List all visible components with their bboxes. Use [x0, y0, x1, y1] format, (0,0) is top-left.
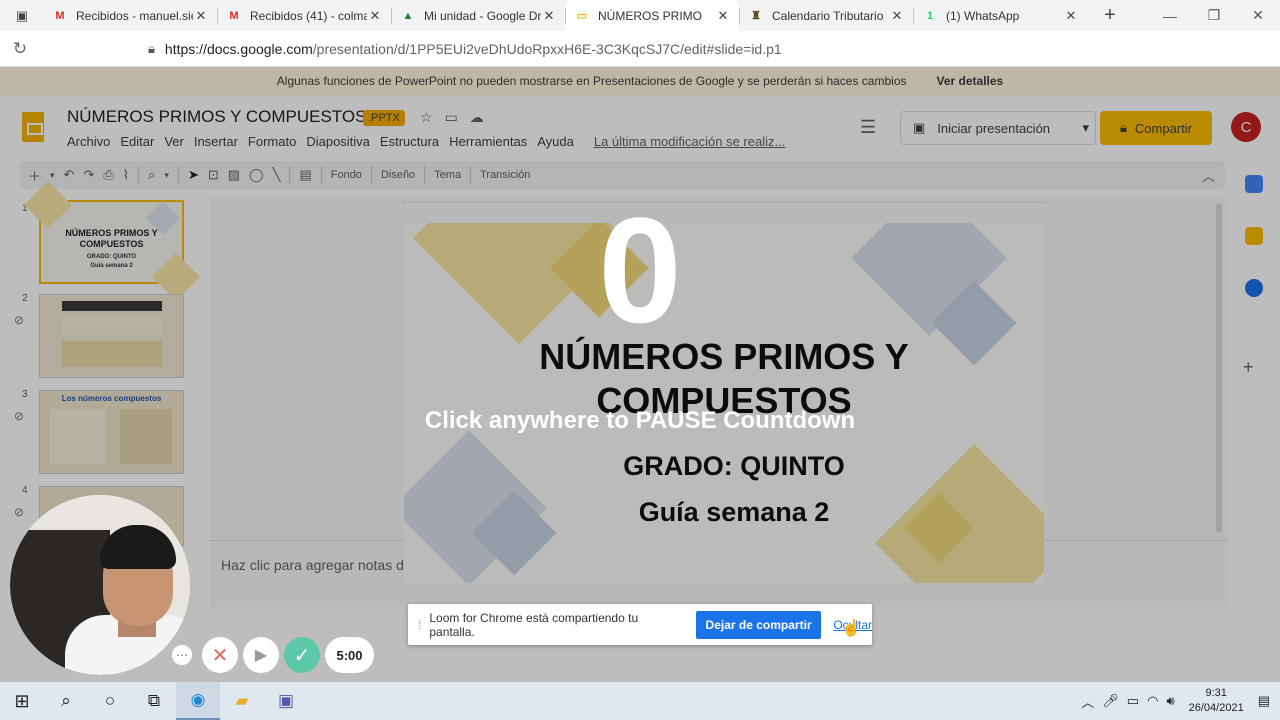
file-explorer-icon[interactable]: ▰ — [220, 682, 264, 720]
browser-tab[interactable]: ▲ Mi unidad - Google Dr ✕ — [392, 0, 565, 31]
system-tray: ︿ 🎤︎ ▭ ◠ 🔊︎ 9:31 26/04/2021 ▤ — [1081, 682, 1280, 720]
sharing-status-text: Loom for Chrome está compartiendo tu pan… — [429, 610, 639, 639]
close-tab-icon[interactable]: ✕ — [367, 8, 383, 24]
clock-date: 26/04/2021 — [1188, 702, 1244, 714]
countdown-number: 0 — [598, 186, 682, 354]
tab-actions-icon[interactable]: ▣ — [0, 0, 44, 31]
loom-dim-overlay[interactable] — [0, 67, 1280, 682]
new-tab-button[interactable]: + — [1095, 4, 1125, 27]
task-view-icon[interactable]: ⧉ — [132, 682, 176, 720]
teams-icon[interactable]: ▣ — [264, 682, 308, 720]
gmail-icon: M — [55, 9, 65, 22]
close-tab-icon[interactable]: ✕ — [541, 8, 557, 24]
browser-tab[interactable]: ▭ NÚMEROS PRIMO ✕ — [566, 0, 739, 31]
browser-tab[interactable]: 1 (1) WhatsApp ✕ — [914, 0, 1087, 31]
close-tab-icon[interactable]: ✕ — [1063, 8, 1079, 24]
close-tab-icon[interactable]: ✕ — [193, 8, 209, 24]
windows-taskbar: ⊞ ⌕ ○ ⧉ ◉ ▰ ▣ ︿ 🎤︎ ▭ ◠ 🔊︎ 9:31 26/04/202… — [0, 682, 1280, 720]
drag-handle-icon[interactable]: ⁞ — [418, 618, 421, 632]
tab-title: Mi unidad - Google Dr — [424, 8, 541, 23]
tab-title: NÚMEROS PRIMO — [598, 8, 703, 23]
mouse-cursor-icon: ☝ — [841, 620, 861, 637]
recording-timer: 5:00 — [325, 637, 374, 673]
browser-tab[interactable]: ♜ Calendario Tributario ✕ — [740, 0, 913, 31]
more-options-button[interactable]: ⋯ — [172, 645, 192, 665]
pause-countdown-message[interactable]: Click anywhere to PAUSE Countdown — [330, 407, 950, 435]
browser-tab[interactable]: M Recibidos (41) - colma ✕ — [218, 0, 391, 31]
webcam-bubble[interactable] — [10, 495, 190, 675]
whatsapp-icon: 1 — [926, 9, 934, 22]
reload-icon[interactable]: ↻ — [0, 39, 40, 59]
battery-icon[interactable]: ▭ — [1127, 693, 1139, 709]
tab-title: Recibidos (41) - colma — [250, 8, 367, 23]
calendar-site-icon: ♜ — [751, 10, 761, 22]
chevron-up-icon[interactable]: ︿ — [1081, 692, 1094, 711]
lock-icon: 🔒︎ — [148, 40, 155, 56]
pause-recording-button[interactable]: ▶ — [243, 637, 279, 673]
browser-tab[interactable]: M Recibidos - manuel.sie ✕ — [44, 0, 217, 31]
close-window-icon[interactable]: ✕ — [1236, 0, 1280, 31]
clock-time: 9:31 — [1205, 687, 1227, 699]
wifi-icon[interactable]: ◠ — [1147, 693, 1158, 709]
search-icon[interactable]: ⌕ — [44, 682, 88, 720]
close-tab-icon[interactable]: ✕ — [715, 8, 731, 24]
volume-icon[interactable]: 🔊︎ — [1166, 693, 1174, 709]
drive-icon: ▲ — [402, 9, 414, 22]
microphone-icon[interactable]: 🎤︎ — [1102, 693, 1119, 709]
edge-browser-icon[interactable]: ◉ — [176, 682, 220, 720]
url-field[interactable]: 🔒︎ https://docs.google.com/presentation/… — [136, 34, 1006, 63]
cortana-icon[interactable]: ○ — [88, 682, 132, 720]
system-clock[interactable]: 9:31 26/04/2021 — [1189, 686, 1244, 716]
slides-icon: ▭ — [576, 10, 588, 22]
loom-sharing-bar: ⁞ Loom for Chrome está compartiendo tu p… — [408, 604, 872, 645]
tab-title: Recibidos - manuel.sie — [76, 8, 193, 23]
address-bar-row: ← → ↻ 🔒︎ https://docs.google.com/present… — [0, 31, 1280, 713]
browser-tab-bar: ▣ M Recibidos - manuel.sie ✕ M Recibidos (41… — [0, 0, 1280, 31]
restore-icon[interactable]: ❐ — [1192, 0, 1236, 31]
window-controls: — ❐ ✕ — [1148, 0, 1280, 31]
tab-title: Calendario Tributario — [772, 8, 884, 23]
url-text: https://docs.google.com/presentation/d/1… — [164, 40, 782, 57]
windows-start-icon[interactable]: ⊞ — [0, 682, 44, 720]
minimize-icon[interactable]: — — [1148, 0, 1192, 31]
finish-recording-button[interactable]: ✓ — [284, 637, 320, 673]
gmail-icon: M — [229, 9, 239, 22]
stop-sharing-button[interactable]: Dejar de compartir — [695, 610, 822, 639]
notifications-icon[interactable]: ▤ — [1258, 693, 1270, 709]
close-tab-icon[interactable]: ✕ — [889, 8, 905, 24]
tab-title: (1) WhatsApp — [946, 8, 1020, 23]
cancel-recording-button[interactable]: ✕ — [202, 637, 238, 673]
